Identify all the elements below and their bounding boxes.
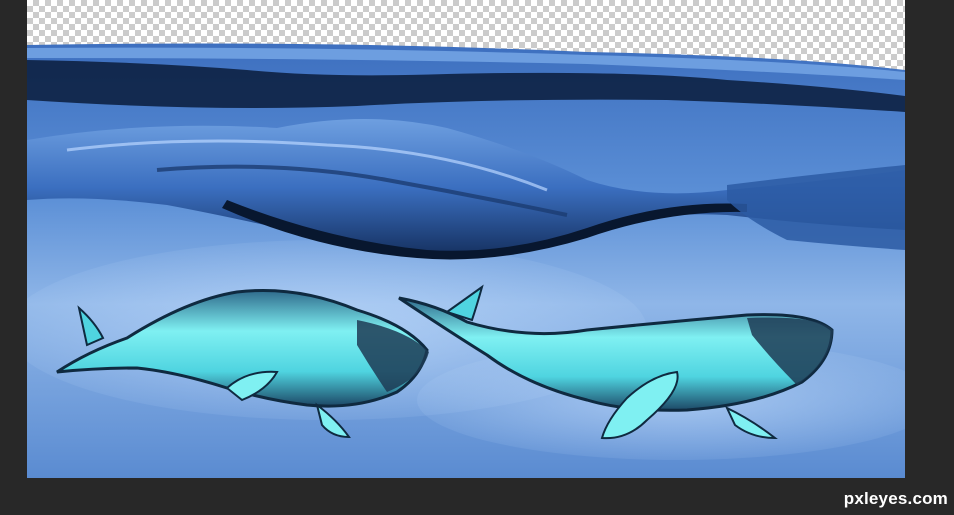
artwork-layer xyxy=(27,43,905,478)
document-canvas[interactable] xyxy=(27,0,905,478)
watermark-text: pxleyes.com xyxy=(843,489,948,508)
